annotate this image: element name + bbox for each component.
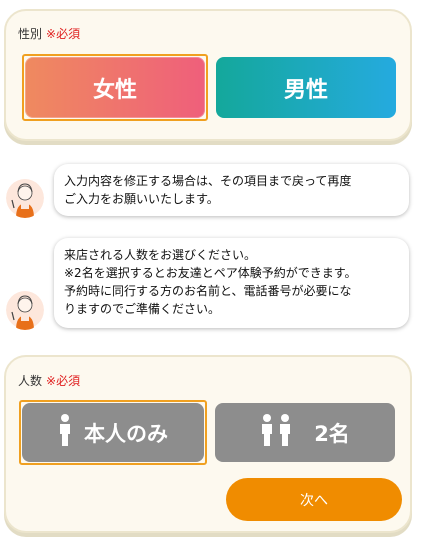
message-2-line-4: りますのでご準備ください。 [64,302,221,316]
male-button-label: 男性 [283,77,328,103]
message-bubble-1: 入力内容を修正する場合は、その項目まで戻って再度 ご入力をお願いいたします。 [54,164,409,216]
gender-required-mark: ※必須 [46,27,81,41]
gender-label: 性別 [18,27,43,41]
next-button-label: 次へ [300,492,328,509]
people-label: 人数 [18,374,43,388]
next-button[interactable]: 次へ [226,478,402,521]
message-bubble-2: 来店される人数をお選びください。 ※2名を選択するとお友達とペア体験予約ができま… [54,238,409,328]
message-1-line-2: ご入力をお願いいたします。 [64,192,219,206]
two-people-label: 2名 [314,421,350,446]
gender-card: 性別 ※必須 女性 男性 [4,9,412,141]
female-button[interactable]: 女性 [25,57,205,118]
message-2-line-3: 予約時に同行する方のお名前と、電話番号が必要にな [64,284,352,298]
staff-avatar [6,178,44,218]
two-people-icon [260,414,292,451]
message-2-line-1: 来店される人数をお選びください。 [64,248,257,262]
people-card: 人数 ※必須 本人のみ 2名 次へ [4,355,412,533]
staff-avatar [6,290,44,330]
female-button-label: 女性 [92,77,137,103]
gender-label-row: 性別 ※必須 [18,25,80,42]
male-button[interactable]: 男性 [216,57,396,118]
message-2-line-2: ※2名を選択するとお友達とペア体験予約ができます。 [64,266,357,280]
two-people-button[interactable]: 2名 [215,403,395,462]
people-required-mark: ※必須 [46,374,81,388]
people-label-row: 人数 ※必須 [18,372,80,389]
self-only-button[interactable]: 本人のみ [22,403,204,462]
message-1-line-1: 入力内容を修正する場合は、その項目まで戻って再度 [64,174,352,188]
single-person-icon [58,414,72,451]
self-only-label: 本人のみ [84,421,168,446]
